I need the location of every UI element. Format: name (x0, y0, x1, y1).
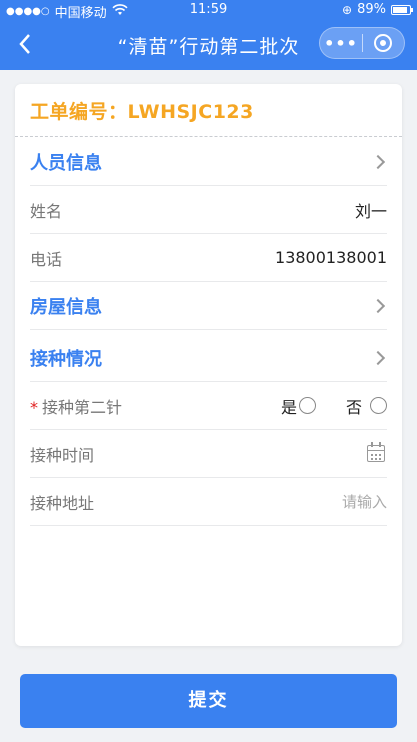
radio-circle[interactable] (370, 397, 387, 414)
nav-bar: “清苗”行动第二批次 ••• (0, 20, 417, 70)
chevron-right-icon (370, 350, 386, 365)
radio-yes-label: 是 (280, 397, 297, 417)
second-dose-text: 接种第二针 (42, 397, 123, 417)
time-label: 接种时间 (30, 445, 95, 465)
section-vaccination[interactable]: 接种情况 (30, 334, 387, 382)
battery-icon (391, 4, 413, 15)
mini-program-capsule: ••• (319, 27, 405, 59)
calendar-icon[interactable] (367, 442, 385, 462)
name-value: 刘一 (354, 201, 387, 221)
address-input[interactable]: 请输入 (342, 491, 387, 512)
order-number: 工单编号：LWHSJC123 (30, 101, 254, 123)
second-dose-label: * 接种第二针 (30, 394, 122, 418)
section-title: 接种情况 (30, 348, 102, 370)
section-person-info[interactable]: 人员信息 (30, 138, 387, 186)
radio-yes[interactable]: 是 (281, 394, 316, 418)
required-mark: * (30, 397, 38, 417)
target-close-icon (374, 34, 393, 52)
phone-row: 电话 13800138001 (30, 234, 387, 282)
phone-label: 电话 (30, 249, 63, 269)
section-title: 人员信息 (30, 152, 102, 174)
radio-circle[interactable] (298, 397, 316, 414)
radio-no[interactable]: 否 (346, 394, 387, 418)
form-card: 工单编号：LWHSJC123 人员信息 姓名 刘一 电话 13800138001… (15, 84, 402, 646)
name-row: 姓名 刘一 (30, 186, 387, 234)
address-label: 接种地址 (30, 493, 95, 513)
second-dose-radio-group: 是 否 (281, 394, 387, 418)
section-title: 房屋信息 (30, 296, 102, 318)
battery-percent: 89% (357, 2, 386, 17)
section-house-info[interactable]: 房屋信息 (30, 282, 387, 330)
status-bar: ●●●●○ 中国移动 11:59 ⊕ 89% (0, 0, 417, 21)
more-button[interactable]: ••• (320, 34, 362, 53)
orientation-lock-icon: ⊕ (342, 2, 353, 17)
close-button[interactable] (363, 34, 404, 52)
top-bar: ●●●●○ 中国移动 11:59 ⊕ 89% “清苗”行动第二批次 ••• (0, 0, 417, 70)
dashed-divider (15, 136, 402, 137)
name-label: 姓名 (30, 201, 63, 221)
submit-button[interactable]: 提交 (20, 674, 397, 728)
more-dots-icon: ••• (324, 33, 358, 53)
radio-no-label: 否 (345, 397, 362, 417)
chevron-right-icon (370, 298, 386, 313)
vaccination-time-row[interactable]: 接种时间 (30, 430, 387, 478)
chevron-right-icon (370, 154, 386, 169)
phone-value: 13800138001 (275, 248, 387, 267)
second-dose-row: * 接种第二针 是 否 (30, 382, 387, 430)
vaccination-address-row: 接种地址 请输入 (30, 478, 387, 526)
